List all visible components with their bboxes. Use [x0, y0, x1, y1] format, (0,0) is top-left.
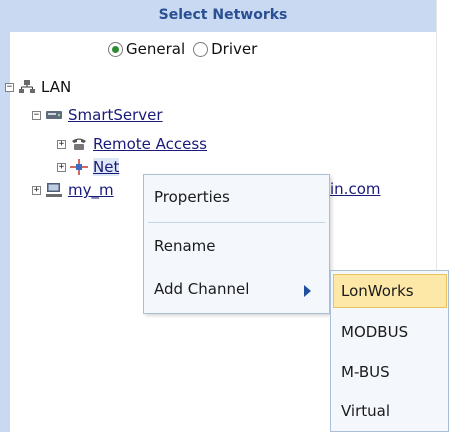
menu-item-properties[interactable]: Properties [154, 188, 230, 206]
tree-label-remote-access[interactable]: Remote Access [93, 135, 207, 153]
expand-toggle[interactable]: + [32, 185, 41, 195]
submenu-item-virtual[interactable]: Virtual [341, 402, 390, 420]
add-channel-submenu: LonWorks MODBUS M-BUS Virtual [330, 270, 449, 432]
submenu-item-modbus[interactable]: MODBUS [341, 323, 408, 341]
channel-icon [70, 159, 88, 175]
tree-label-host-tail[interactable]: in.com [330, 180, 380, 198]
panel-title: Select Networks [10, 0, 436, 32]
tree-label-net[interactable]: Net [93, 158, 120, 176]
context-menu: Properties Rename Add Channel [143, 174, 330, 314]
menu-item-rename[interactable]: Rename [154, 237, 216, 255]
computer-icon [46, 183, 62, 197]
tree-label-host[interactable]: my_m [68, 181, 114, 199]
tree-node-remote-access: + Remote Access [57, 134, 207, 154]
expand-toggle[interactable]: + [57, 139, 66, 149]
tree-node-lan: − LAN [5, 77, 71, 97]
submenu-item-lonworks[interactable]: LonWorks [341, 282, 414, 300]
submenu-item-mbus[interactable]: M-BUS [341, 363, 390, 381]
tree-node-smartserver: − SmartServer [32, 105, 163, 125]
tree-label-lan[interactable]: LAN [41, 78, 71, 96]
menu-separator [148, 222, 325, 223]
left-sidebar-strip [0, 0, 10, 432]
general-radio-label[interactable]: General [126, 40, 185, 58]
general-radio[interactable] [108, 41, 123, 57]
telephone-icon [72, 138, 86, 150]
server-icon [46, 111, 62, 119]
tree-label-smartserver[interactable]: SmartServer [68, 106, 163, 124]
tree-node-host: + my_m [32, 180, 114, 200]
submenu-arrow-icon [304, 285, 311, 297]
tree-node-net: + Net [57, 157, 120, 177]
collapse-toggle[interactable]: − [5, 82, 14, 92]
network-icon [19, 80, 35, 93]
driver-radio[interactable] [193, 41, 209, 57]
mode-selector: General Driver [108, 40, 265, 58]
driver-radio-label[interactable]: Driver [211, 40, 257, 58]
menu-item-add-channel[interactable]: Add Channel [154, 280, 249, 298]
collapse-toggle[interactable]: − [32, 110, 41, 120]
expand-toggle[interactable]: + [57, 162, 66, 172]
